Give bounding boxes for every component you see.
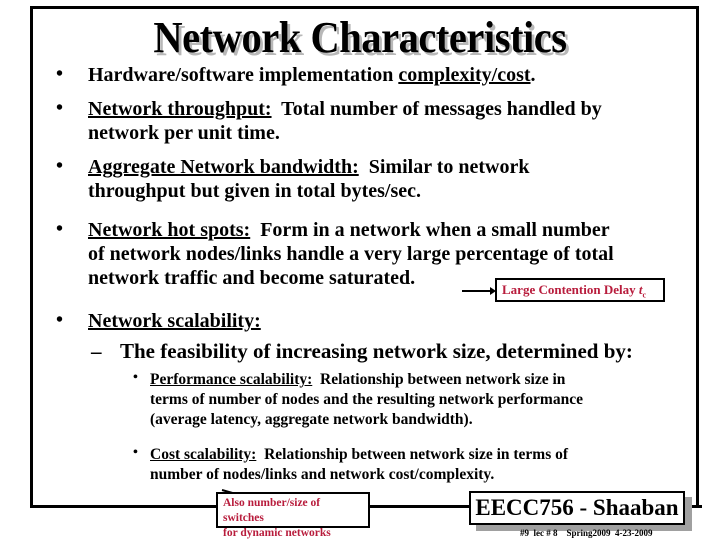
bullet-text: Relationship between network size in (312, 371, 566, 388)
bullet-complexity: Hardware/software implementation complex… (88, 63, 536, 87)
bullet-text: throughput but given in total bytes/sec. (88, 180, 422, 202)
footer-slide-info: #9 lec # 8 Spring2009 4-23-2009 (520, 528, 653, 538)
note-text: Also number/size of switches (223, 497, 321, 524)
bullet-icon: • (56, 218, 64, 240)
callout-text: Large Contention Delay (502, 282, 639, 297)
bullet-term: Cost scalability: (150, 446, 257, 463)
bullet-text: Relationship between network size in ter… (256, 446, 569, 463)
contention-delay-callout: Large Contention Delay tc (495, 278, 665, 302)
bullet-term: Aggregate Network bandwidth: (88, 156, 359, 178)
bullet-text: (average latency, aggregate network band… (150, 411, 473, 428)
bullet-icon: • (133, 445, 138, 460)
bullet-term: Network scalability: (88, 310, 261, 332)
sub-sub-bullet-cost-scalability: Cost scalability: Relationship between n… (150, 445, 568, 485)
note-text: for dynamic networks (223, 527, 331, 539)
bullet-term: Performance scalability: (150, 371, 313, 388)
bullet-text: Form in a network when a small number (250, 219, 610, 241)
bullet-scalability: Network scalability: (88, 309, 261, 333)
sub-sub-bullet-performance-scalability: Performance scalability: Relationship be… (150, 370, 583, 430)
switches-note-callout: Also number/size of switches for dynamic… (216, 492, 370, 539)
bullet-aggregate-bandwidth: Aggregate Network bandwidth: Similar to … (88, 155, 529, 203)
bullet-icon: • (56, 309, 64, 331)
sub-bullet-feasibility: The feasibility of increasing network si… (120, 339, 633, 363)
course-footer-label: EECC756 - Shaaban (469, 491, 685, 525)
bullet-icon: • (56, 97, 64, 119)
dash-icon: – (91, 339, 102, 363)
callout-subscript: c (642, 290, 647, 300)
slide-title: Network Characteristics (153, 13, 567, 62)
bullet-text: Hardware/software implementation (88, 64, 399, 86)
bullet-term: complexity/cost (398, 64, 531, 86)
bullet-text: Similar to network (358, 156, 530, 178)
bullet-text: number of nodes/links and network cost/c… (150, 466, 495, 483)
bullet-icon: • (56, 155, 64, 177)
bullet-term: Network throughput: (88, 98, 272, 120)
bullet-text-suffix: . (530, 64, 536, 86)
bullet-text: terms of number of nodes and the resulti… (150, 391, 583, 408)
bullet-text: network traffic and become saturated. (88, 267, 416, 289)
bullet-text: Total number of messages handled by (271, 98, 602, 120)
bullet-text: network per unit time. (88, 122, 280, 144)
bullet-icon: • (133, 370, 138, 385)
bullet-term: Network hot spots: (88, 219, 251, 241)
bullet-icon: • (56, 63, 64, 85)
bullet-throughput: Network throughput: Total number of mess… (88, 97, 602, 145)
bullet-text: of network nodes/links handle a very lar… (88, 243, 614, 265)
